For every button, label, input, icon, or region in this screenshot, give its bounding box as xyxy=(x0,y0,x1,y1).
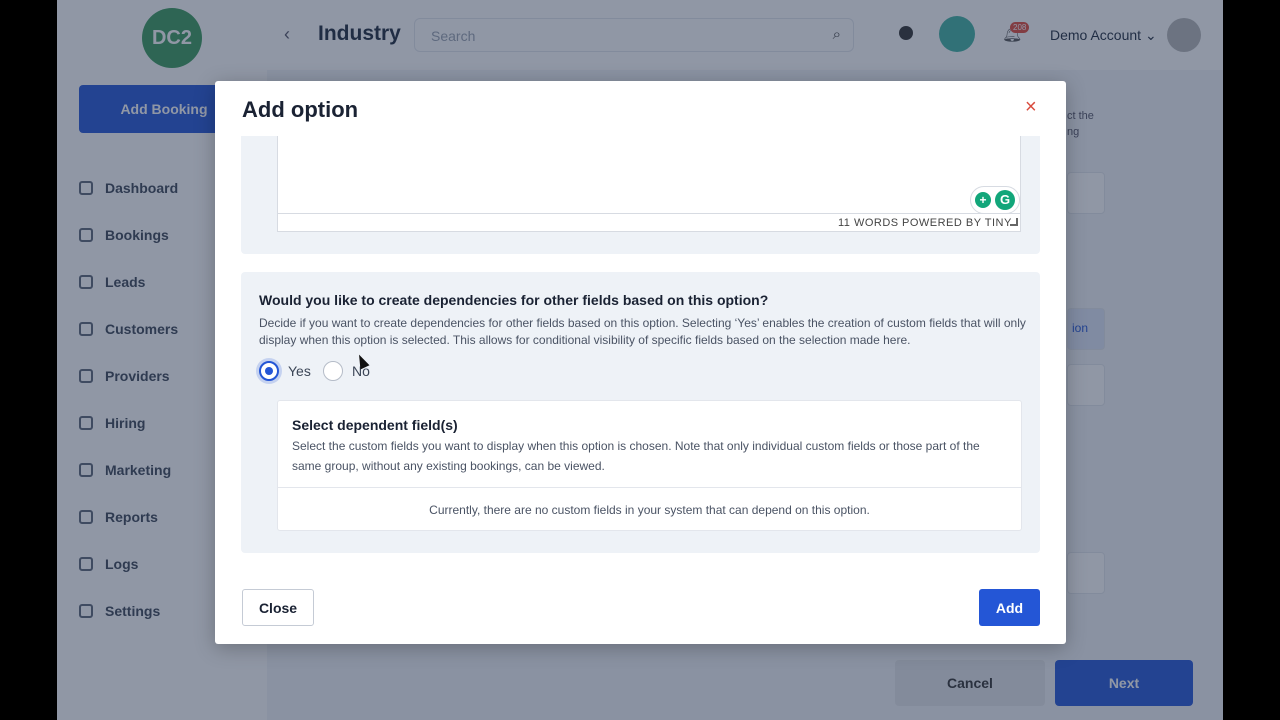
dependent-fields-card: Select dependent field(s) Select the cus… xyxy=(277,400,1022,531)
divider xyxy=(278,487,1021,488)
dependency-question: Would you like to create dependencies fo… xyxy=(259,292,769,308)
modal-title: Add option xyxy=(242,97,359,122)
radio-yes-circle[interactable] xyxy=(259,361,279,381)
powered-by-link[interactable]: POWERED BY TINY xyxy=(902,217,1012,229)
radio-no-circle[interactable] xyxy=(323,361,343,381)
dependent-fields-title: Select dependent field(s) xyxy=(292,417,458,433)
grammarly-widget[interactable]: + G xyxy=(970,186,1020,214)
dependency-description: Decide if you want to create dependencie… xyxy=(259,316,1026,347)
lightbulb-icon[interactable]: + xyxy=(975,192,991,208)
add-option-modal: Add option × + G 11 WORDS POWERED BY TIN… xyxy=(215,81,1066,644)
editor-status-bar: 11 WORDS POWERED BY TINY xyxy=(278,213,1020,231)
grammarly-icon[interactable]: G xyxy=(995,190,1015,210)
rich-text-editor[interactable]: + G 11 WORDS POWERED BY TINY xyxy=(277,136,1021,232)
add-button[interactable]: Add xyxy=(979,589,1040,626)
radio-yes-label: Yes xyxy=(288,363,311,379)
radio-yes[interactable]: Yes xyxy=(259,361,311,381)
close-icon[interactable]: × xyxy=(1025,97,1037,117)
resize-handle-icon[interactable] xyxy=(1010,218,1018,226)
dependent-fields-description: Select the custom fields you want to dis… xyxy=(292,439,980,473)
empty-state-message: Currently, there are no custom fields in… xyxy=(429,503,870,517)
word-count: 11 WORDS xyxy=(838,217,899,229)
close-button[interactable]: Close xyxy=(242,589,314,626)
dependency-panel: Would you like to create dependencies fo… xyxy=(241,272,1040,553)
editor-panel: + G 11 WORDS POWERED BY TINY xyxy=(241,136,1040,254)
